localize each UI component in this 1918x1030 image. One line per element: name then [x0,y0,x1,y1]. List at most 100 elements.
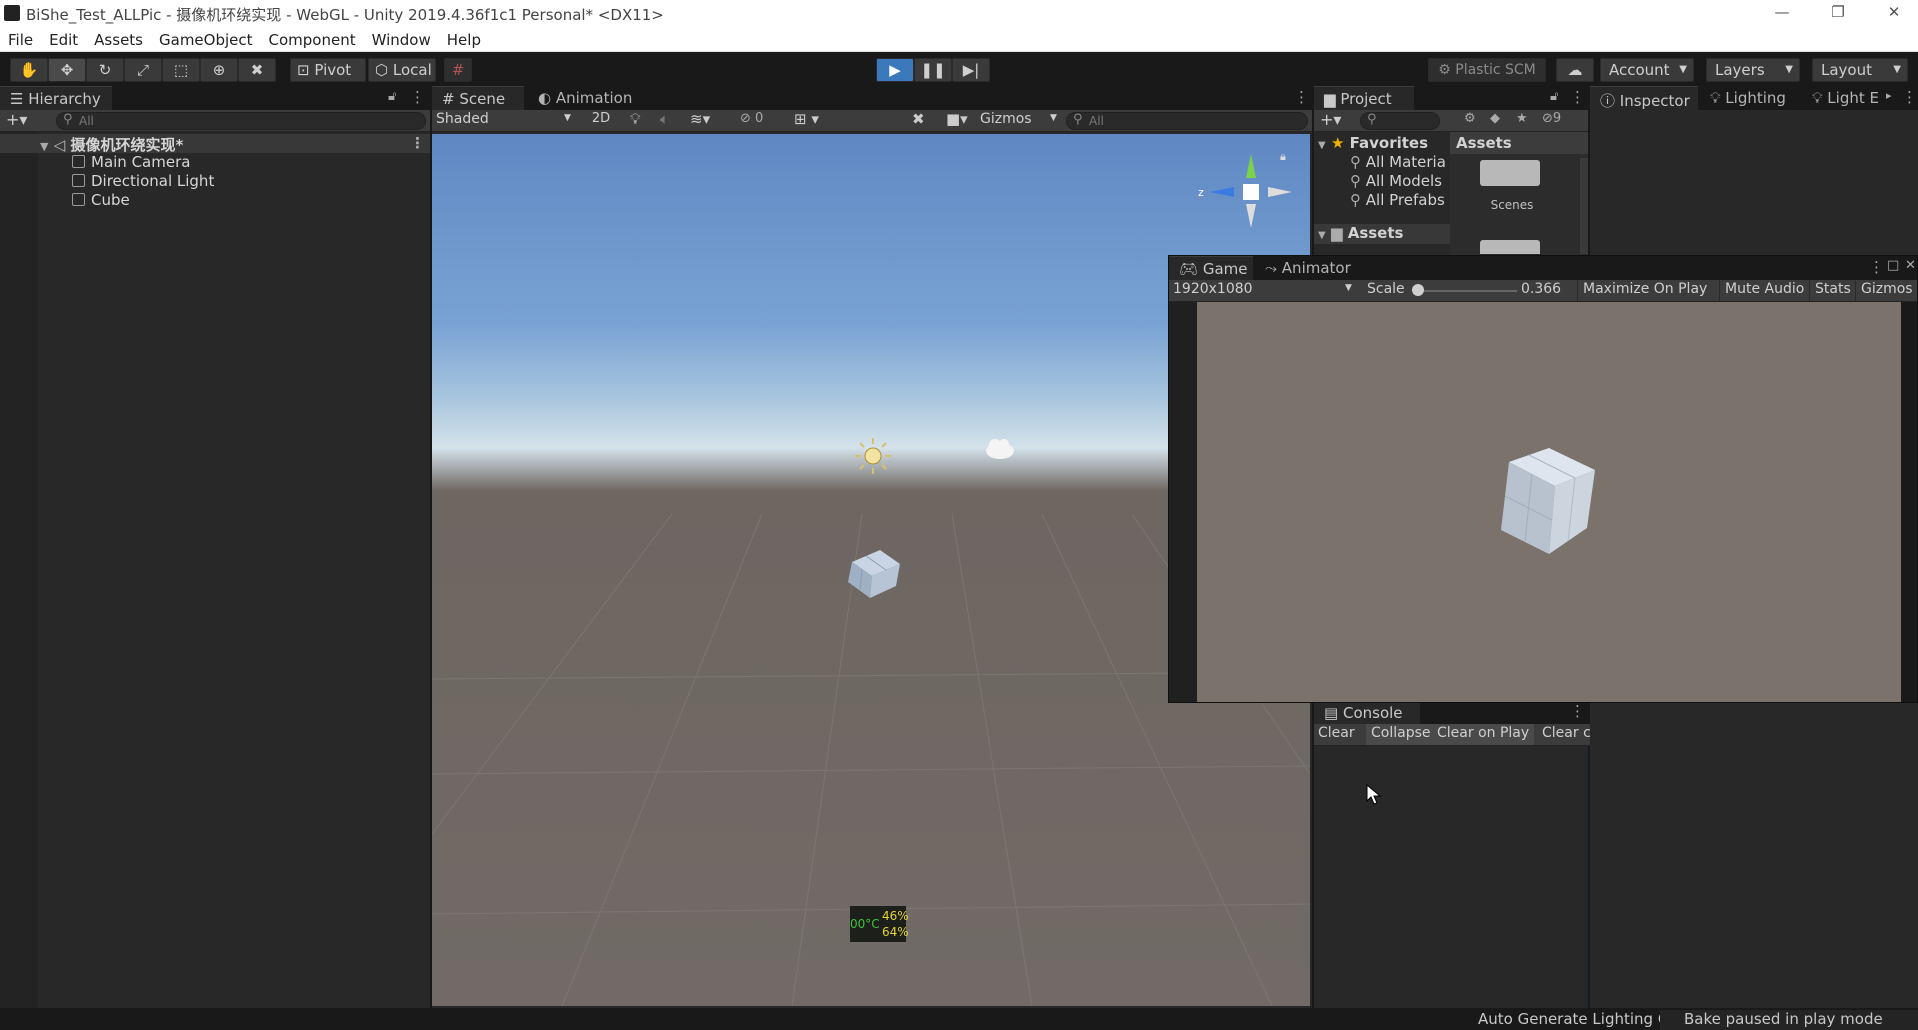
more-options-icon[interactable]: ⋮ [410,88,425,106]
assets-breadcrumb[interactable]: Assets [1450,132,1590,154]
more-options-icon[interactable]: ⋮ [1869,258,1884,276]
layout-dropdown[interactable]: Layout ▼ [1812,58,1908,82]
chevron-right-icon[interactable]: ▸ [1886,89,1892,102]
lock-icon[interactable]: 🔓︎ [1550,89,1558,104]
tab-animation[interactable]: ◐ Animation [528,86,638,110]
pause-button[interactable]: ❚❚ [914,58,952,82]
scale-tool-icon[interactable]: ⤢ [124,58,162,82]
more-options-icon[interactable]: ⋮ [1902,88,1917,106]
auto-lighting-status[interactable]: Auto Generate Lighting Off [1478,1010,1680,1028]
search-by-type-icon[interactable]: ⚙ [1464,111,1476,126]
scale-slider-handle[interactable] [1412,284,1424,296]
scene-cube[interactable] [840,542,910,602]
cloud-button[interactable]: ☁ [1556,58,1594,82]
hierarchy-item[interactable]: Directional Light [0,172,214,191]
transform-tool-icon[interactable]: ⊕ [200,58,238,82]
tab-scene[interactable]: # Scene [432,86,524,110]
maximize-on-play-toggle[interactable]: Maximize On Play [1577,280,1712,301]
hierarchy-item[interactable]: Main Camera [0,153,190,172]
add-icon[interactable]: +▾ [6,110,27,129]
directional-light-icon[interactable] [853,436,893,476]
restore-button[interactable]: ❐ [1818,2,1858,24]
scrollbar[interactable] [1580,158,1588,254]
menu-component[interactable]: Component [261,28,364,49]
hidden-packages-toggle[interactable]: ⊘9 [1542,111,1582,126]
favorite-item[interactable]: ⚲ All Materia [1350,153,1446,171]
tab-lighting[interactable]: 💡︎ Lighting [1700,86,1800,110]
pivot-toggle[interactable]: ⊡ Pivot [290,58,366,82]
account-dropdown[interactable]: Account ▼ [1600,58,1694,82]
hierarchy-search-input[interactable]: All [56,112,426,130]
hand-tool-icon[interactable]: ✋ [10,58,48,82]
rotate-tool-icon[interactable]: ↻ [86,58,124,82]
game-cube[interactable] [1487,442,1607,562]
game-viewport[interactable] [1197,302,1901,702]
favorite-item[interactable]: ⚲ All Models [1350,172,1442,190]
effects-toggle-icon[interactable]: ≋▾ [690,110,710,128]
minimize-button[interactable]: — [1762,2,1802,24]
camera-gizmo-icon[interactable] [980,434,1020,464]
stats-toggle[interactable]: Stats [1809,280,1856,301]
tab-game[interactable]: 🎮︎ Game [1169,256,1253,280]
assets-tree-row[interactable]: ▼ ▆ Assets [1314,224,1450,244]
more-options-icon[interactable]: ⋮ [1294,88,1309,106]
search-by-label-icon[interactable]: ◆ [1490,111,1500,126]
scene-search-input[interactable]: All [1066,112,1308,130]
maximize-window-icon[interactable]: □ [1887,258,1899,273]
collapse-toggle[interactable]: Collapse [1366,724,1436,745]
close-icon[interactable]: ✕ [1905,258,1916,273]
menu-gameobject[interactable]: GameObject [151,28,261,49]
scale-slider-track[interactable] [1417,290,1517,292]
orientation-gizmo[interactable]: z [1196,146,1306,256]
2d-toggle[interactable]: 2D [586,111,616,130]
menu-window[interactable]: Window [364,28,439,49]
audio-toggle-icon[interactable]: 🔈︎ [660,110,669,128]
tab-hierarchy[interactable]: ☰ Hierarchy [0,86,112,110]
step-button[interactable]: ▶| [952,58,990,82]
scene-visibility-toggle[interactable]: ⊘ 0 [740,111,784,130]
tab-animator[interactable]: ⤳ Animator [1255,256,1363,280]
menu-assets[interactable]: Assets [86,28,151,49]
menu-edit[interactable]: Edit [41,28,86,49]
rect-tool-icon[interactable]: ⬚ [162,58,200,82]
close-button[interactable]: ✕ [1874,2,1914,24]
tools-icon[interactable]: ✖ [912,110,925,128]
resolution-dropdown[interactable]: 1920x1080 ▼ [1173,281,1359,297]
folder-icon[interactable] [1480,240,1540,254]
project-search-input[interactable] [1360,112,1440,130]
scenes-folder-icon[interactable] [1480,160,1540,186]
menu-help[interactable]: Help [439,28,489,49]
lighting-toggle-icon[interactable]: 💡︎ [630,110,641,128]
play-button[interactable]: ▶ [876,58,914,82]
gizmos-dropdown[interactable]: Gizmos ▼ [980,111,1064,130]
clear-on-play-toggle[interactable]: Clear on Play [1432,724,1535,745]
more-options-icon[interactable]: ⋮ [1570,88,1585,106]
shading-mode-dropdown[interactable]: Shaded ▼ [436,111,576,130]
scene-options-icon[interactable]: ⋮ [410,134,425,152]
custom-tool-icon[interactable]: ✖ [238,58,276,82]
tab-project[interactable]: ▆ Project [1314,86,1414,110]
mute-audio-toggle[interactable]: Mute Audio [1719,280,1809,301]
tab-inspector[interactable]: ⓘ Inspector [1590,86,1698,110]
more-options-icon[interactable]: ⋮ [1570,702,1585,720]
layers-dropdown[interactable]: Layers ▼ [1706,58,1800,82]
favorite-item[interactable]: ⚲ All Prefabs [1350,191,1445,209]
clear-on-build-toggle[interactable]: Clear c [1542,725,1590,741]
lock-icon[interactable]: 🔓︎ [388,89,396,104]
tab-console[interactable]: ▤ Console [1314,700,1420,724]
menu-file[interactable]: File [0,28,41,49]
favorites-row[interactable]: ▼ ★ Favorites [1318,134,1428,152]
camera-icon[interactable]: ■▾ [946,110,968,128]
plastic-scm-button[interactable]: ⚙ Plastic SCM [1428,58,1546,82]
favorite-star-icon[interactable]: ★ [1516,111,1528,126]
game-gizmos-toggle[interactable]: Gizmos [1855,280,1917,301]
clear-button[interactable]: Clear [1318,725,1355,741]
local-toggle[interactable]: ⬡ Local [368,58,436,82]
hierarchy-item[interactable]: Cube [0,191,130,210]
grid-snap-icon[interactable]: # [444,58,472,82]
grid-toggle-icon[interactable]: ⊞ ▾ [794,110,819,128]
add-icon[interactable]: +▾ [1320,110,1341,129]
gizmo-lock-icon[interactable]: 🔒︎ [1280,150,1286,164]
move-tool-icon[interactable]: ✥ [48,58,86,82]
scene-row[interactable]: ▼ ◁ 摄像机环绕实现* ⋮ [0,134,430,154]
